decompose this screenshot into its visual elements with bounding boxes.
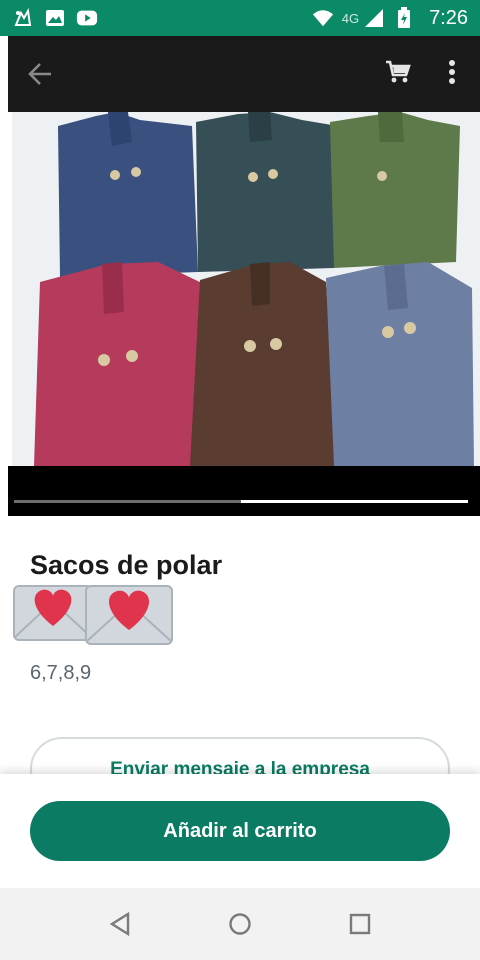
carousel-progress-bar xyxy=(14,500,468,503)
carousel-progress-fill xyxy=(241,500,468,503)
app-bar xyxy=(8,36,480,112)
fleece-jackets-photo[interactable] xyxy=(8,112,480,466)
clock: 7:26 xyxy=(429,6,468,29)
product-screen: 4G 7:26 Sacos de polar 6,7,8,9 Enviar me… xyxy=(0,0,480,960)
jacket-teal xyxy=(196,112,338,272)
jacket-navy xyxy=(58,112,198,277)
love-letter-icon xyxy=(84,578,176,653)
status-left-icons xyxy=(12,7,98,29)
recents-square-icon[interactable] xyxy=(345,909,375,939)
product-title: Sacos de polar xyxy=(30,550,223,580)
battery-charging-icon xyxy=(393,7,415,29)
app-bar-actions xyxy=(384,58,464,91)
cart-icon[interactable] xyxy=(384,58,412,91)
jacket-denim xyxy=(326,262,474,466)
assistant-icon xyxy=(12,7,34,29)
back-arrow-icon[interactable] xyxy=(24,58,56,90)
image-icon xyxy=(44,7,66,29)
network-type-label: 4G xyxy=(341,10,360,26)
carousel-indicator-area xyxy=(8,466,480,516)
more-vert-icon[interactable] xyxy=(448,59,456,90)
jacket-magenta xyxy=(34,262,204,466)
product-price: 6,7,8,9 xyxy=(30,662,92,684)
back-triangle-icon[interactable] xyxy=(105,909,135,939)
system-nav-bar xyxy=(0,888,480,960)
youtube-icon xyxy=(76,7,98,29)
jacket-green xyxy=(330,112,460,268)
add-to-cart-button[interactable]: Añadir al carrito xyxy=(30,801,450,861)
status-right-icons: 4G 7:26 xyxy=(312,7,468,30)
home-circle-icon[interactable] xyxy=(225,909,255,939)
signal-icon xyxy=(363,7,385,29)
product-description-emoji xyxy=(12,578,176,653)
status-bar: 4G 7:26 xyxy=(0,0,480,36)
jacket-brown xyxy=(190,262,338,466)
wifi-icon xyxy=(312,7,334,29)
